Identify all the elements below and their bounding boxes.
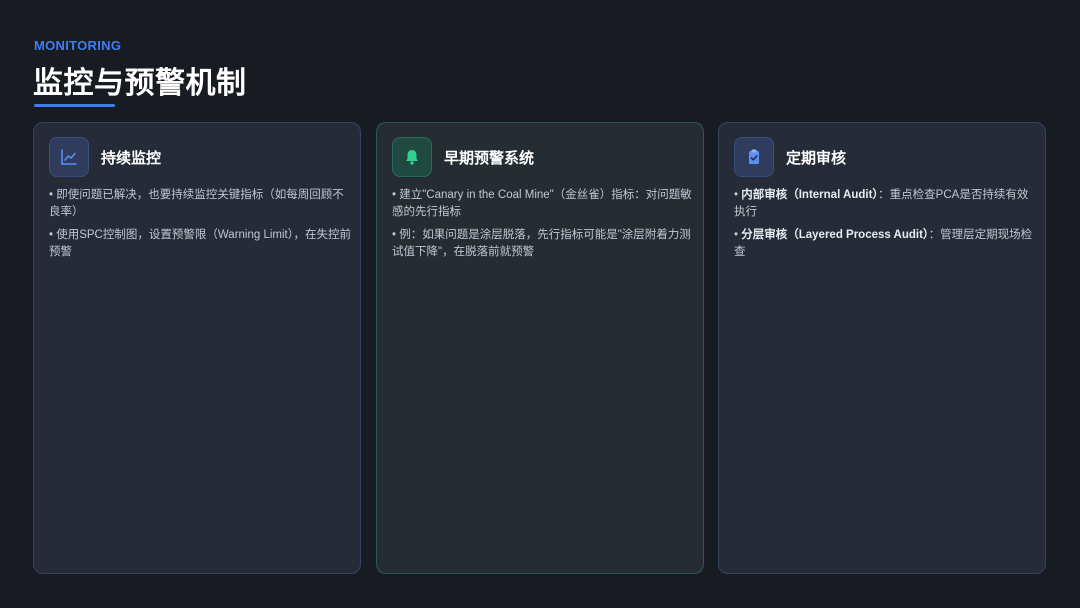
card-continuous-monitoring: 持续监控 • 即使问题已解决，也要持续监控关键指标（如每周回顾不良率） • 使用… xyxy=(33,122,361,574)
card-title: 定期审核 xyxy=(786,149,847,167)
card-title: 早期预警系统 xyxy=(444,149,535,167)
clipboard-check-icon xyxy=(734,137,774,177)
card-early-warning: 早期预警系统 • 建立"Canary in the Coal Mine"（金丝雀… xyxy=(376,122,704,574)
list-item: • 例：如果问题是涂层脱落，先行指标可能是"涂层附着力测试值下降"，在脱落前就预… xyxy=(392,229,691,258)
list-item: • 分层审核（Layered Process Audit）：管理层定期现场检查 xyxy=(734,227,1038,261)
card-items: • 即使问题已解决，也要持续监控关键指标（如每周回顾不良率） • 使用SPC控制… xyxy=(49,187,353,267)
card-header: 定期审核 xyxy=(734,137,846,177)
card-items: • 内部审核（Internal Audit）：重点检查PCA是否持续有效执行 •… xyxy=(734,187,1038,267)
card-items: • 建立"Canary in the Coal Mine"（金丝雀）指标：对问题… xyxy=(392,187,696,267)
title-underline xyxy=(34,104,115,107)
card-header: 早期预警系统 xyxy=(392,137,534,177)
item-bold-term: 内部审核（Internal Audit） xyxy=(741,189,879,201)
list-item: • 即使问题已解决，也要持续监控关键指标（如每周回顾不良率） xyxy=(49,189,344,218)
line-chart-icon xyxy=(49,137,89,177)
bell-icon xyxy=(392,137,432,177)
card-header: 持续监控 xyxy=(49,137,161,177)
slide: MONITORING 监控与预警机制 持续监控 • 即使问题已解决，也要持续监控… xyxy=(0,0,1080,608)
page-title: 监控与预警机制 xyxy=(33,67,247,100)
list-item: • 建立"Canary in the Coal Mine"（金丝雀）指标：对问题… xyxy=(392,189,692,218)
item-bold-term: 分层审核（Layered Process Audit） xyxy=(741,229,929,241)
list-item: • 内部审核（Internal Audit）：重点检查PCA是否持续有效执行 xyxy=(734,187,1038,221)
list-item: • 使用SPC控制图，设置预警限（Warning Limit），在失控前预警 xyxy=(49,229,351,258)
card-title: 持续监控 xyxy=(101,149,162,167)
card-periodic-audit: 定期审核 • 内部审核（Internal Audit）：重点检查PCA是否持续有… xyxy=(718,122,1046,574)
section-eyebrow: MONITORING xyxy=(34,38,122,53)
